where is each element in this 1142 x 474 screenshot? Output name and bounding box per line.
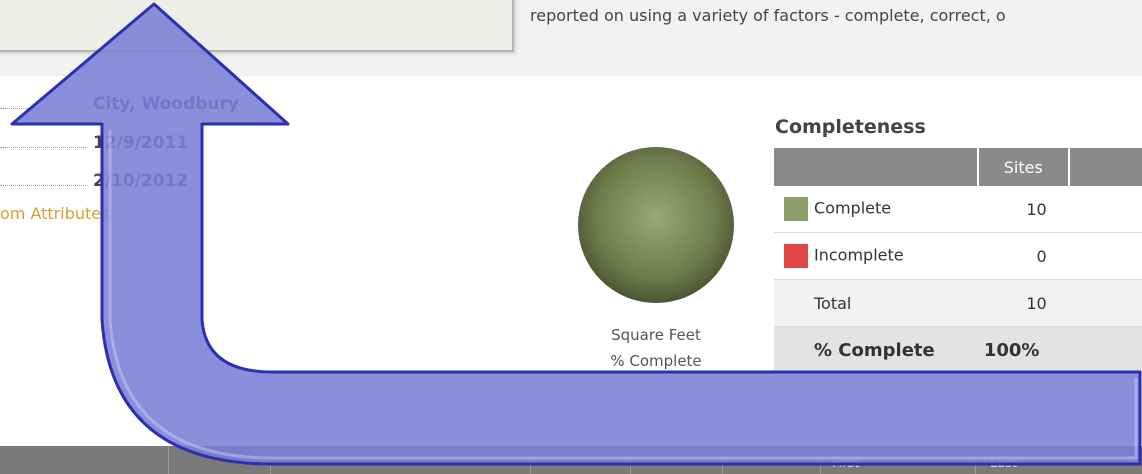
column-divider — [722, 446, 723, 474]
completeness-title: Completeness — [775, 116, 926, 138]
row-label-cell: Incomplete — [774, 232, 978, 280]
complete-swatch-icon — [784, 197, 808, 221]
row-extra — [1068, 279, 1142, 327]
row-sites: 10 — [977, 279, 1069, 327]
table-row: Complete 10 — [774, 186, 1142, 233]
completeness-table: Sites Complete 10 Incomplete 0 Total 10 … — [774, 148, 1142, 374]
top-bar: reported on using a variety of factors -… — [0, 0, 1142, 76]
row-sites: 0 — [977, 232, 1069, 280]
column-divider — [975, 446, 976, 474]
table-header-bar: First Last — [0, 446, 1142, 474]
org-row — [0, 94, 100, 116]
table-row: Incomplete 0 — [774, 232, 1142, 280]
dot-leader — [0, 147, 86, 148]
dot-leader — [0, 108, 86, 109]
column-divider — [168, 446, 169, 474]
header-blank — [774, 148, 979, 186]
pie-caption-line2: % Complete — [610, 352, 702, 370]
column-divider — [530, 446, 531, 474]
custom-attributes-link[interactable]: om Attributes — [0, 204, 109, 223]
column-divider — [820, 446, 821, 474]
incomplete-swatch-icon — [784, 244, 808, 268]
pie-slice-complete — [578, 147, 734, 303]
column-divider — [630, 446, 631, 474]
org-value: City, Woodbury — [93, 94, 239, 114]
date1-value: 12/9/2011 — [93, 133, 189, 153]
pie-caption-line1: Square Feet — [611, 326, 701, 344]
date1-row — [0, 133, 100, 155]
date2-row — [0, 171, 100, 193]
pct-value: 100% — [977, 326, 1069, 374]
row-label: Total — [774, 279, 978, 327]
column-divider — [270, 446, 271, 474]
description-text: reported on using a variety of factors -… — [530, 6, 1006, 25]
row-extra — [1068, 232, 1142, 280]
row-sites: 10 — [977, 186, 1069, 233]
col-first[interactable]: First — [832, 456, 859, 471]
header-sites: Sites — [977, 148, 1070, 186]
header-extra — [1068, 148, 1142, 186]
table-header-row: Sites — [774, 148, 1142, 186]
date2-value: 2/10/2012 — [93, 171, 189, 191]
row-extra — [1068, 186, 1142, 233]
table-row: % Complete 100% — [774, 326, 1142, 374]
row-label: Incomplete — [814, 245, 904, 265]
pie-chart — [577, 146, 735, 304]
pct-label: % Complete — [774, 326, 978, 374]
tooltip-box — [0, 0, 514, 52]
pie-svg — [578, 147, 734, 303]
row-label: Complete — [814, 198, 892, 218]
row-extra — [1068, 326, 1142, 374]
table-row: Total 10 — [774, 279, 1142, 327]
dot-leader — [0, 185, 86, 186]
row-label-cell: Complete — [774, 186, 978, 233]
col-last[interactable]: Last — [990, 456, 1017, 471]
